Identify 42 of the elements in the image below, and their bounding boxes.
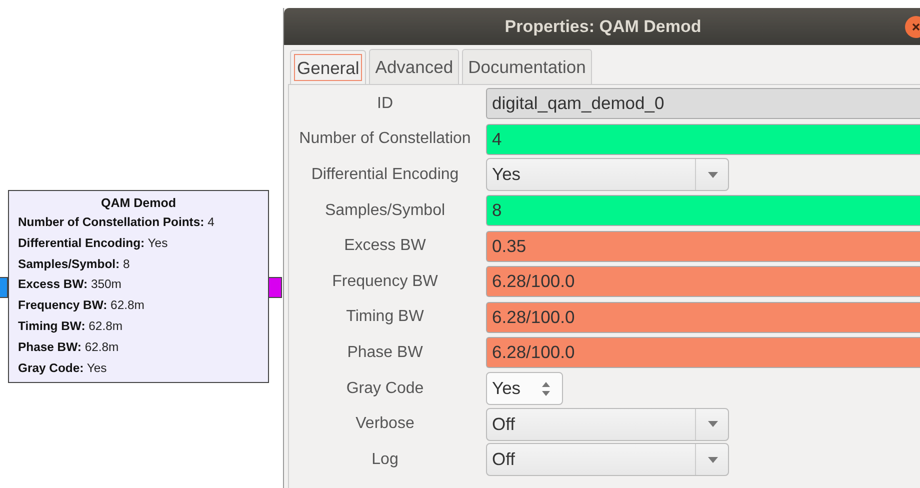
block-parameter: Excess BW: 350m — [18, 276, 122, 294]
dropdown[interactable]: Off — [486, 408, 729, 441]
input-field[interactable]: digital_qam_demod_0 — [486, 88, 920, 120]
field-label: ID — [376, 94, 394, 113]
field-label: Number of Constellation — [298, 130, 472, 148]
block-parameter: Frequency BW: 62.8m — [18, 297, 146, 314]
input-field[interactable]: 6.28/100.0 — [486, 266, 920, 298]
field-label: Log — [370, 450, 400, 469]
field-label: Differential Encoding — [310, 166, 460, 184]
input-field[interactable]: 8 — [486, 195, 920, 226]
caret-icon — [708, 172, 718, 178]
input-field[interactable]: 6.28/100.0 — [486, 302, 920, 333]
block-parameter: Samples/Symbol: 8 — [18, 256, 131, 273]
field-label: Verbose — [354, 415, 416, 434]
output-port[interactable] — [269, 277, 282, 298]
block-parameter: Gray Code: Yes — [18, 360, 108, 377]
field-label: Frequency BW — [331, 272, 439, 291]
field-label: Timing BW — [345, 308, 425, 326]
block-parameter: Number of Constellation Points: 4 — [18, 214, 216, 231]
dropdown[interactable]: Yes — [486, 158, 729, 192]
window-title: Properties: QAM Demod — [504, 16, 702, 36]
field-label: Samples/Symbol — [324, 202, 446, 220]
caret-icon — [708, 421, 718, 428]
block-title: QAM Demod — [100, 195, 177, 212]
spin-box[interactable]: Yes — [486, 372, 563, 406]
caret-icon — [708, 456, 718, 463]
field-label: Excess BW — [343, 237, 427, 256]
input-field[interactable]: 6.28/100.0 — [486, 337, 920, 368]
tab[interactable]: General — [290, 50, 366, 84]
block-parameter: Phase BW: 62.8m — [18, 338, 120, 356]
dropdown[interactable]: Off — [486, 443, 729, 476]
block-parameter: Differential Encoding: Yes — [18, 234, 169, 252]
input-field[interactable]: 0.35 — [486, 230, 920, 262]
tab[interactable]: Documentation — [462, 49, 592, 84]
input-field[interactable]: 4 — [486, 124, 920, 155]
tab[interactable]: Advanced — [369, 49, 460, 84]
field-label: Phase BW — [346, 344, 424, 362]
field-label: Gray Code — [345, 380, 425, 398]
block-node[interactable]: QAM Demod Number of Constellation Points: 4 Differential Encoding: Yes Samples/Symbol: 8 Excess BW: 350m Frequency BW: 62.8m Timing BW: 62.8m Phase BW: 62.8m Gray Code: Yes — [8, 190, 269, 383]
block-parameter: Timing BW: 62.8m — [18, 318, 124, 335]
spin-arrows-icon — [542, 382, 550, 396]
input-port[interactable] — [0, 277, 8, 298]
